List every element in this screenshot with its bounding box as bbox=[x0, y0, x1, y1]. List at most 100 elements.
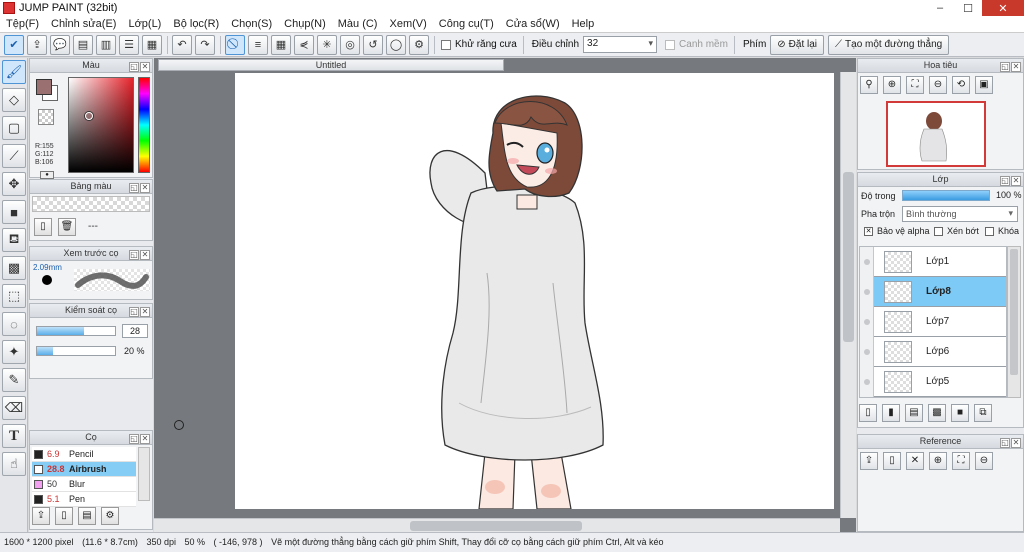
zoom-in-icon[interactable]: ⊕ bbox=[883, 76, 901, 94]
brush-upload-icon[interactable]: ⇪ bbox=[32, 507, 50, 525]
foreground-color-swatch[interactable] bbox=[36, 79, 52, 95]
rectangle-tool-icon[interactable]: ▢ bbox=[2, 116, 26, 140]
layer-visibility-toggle[interactable] bbox=[860, 276, 874, 307]
brush-size-slider[interactable] bbox=[36, 326, 116, 336]
panel-close-icon[interactable]: ✕ bbox=[140, 434, 150, 444]
move-tool-icon[interactable]: ✥ bbox=[2, 172, 26, 196]
bucket-tool-icon[interactable]: ⛾ bbox=[2, 228, 26, 252]
menu-color[interactable]: Màu (C) bbox=[332, 18, 384, 30]
message-icon[interactable]: ▤ bbox=[73, 34, 93, 55]
reference-close-icon[interactable]: ✕ bbox=[906, 452, 924, 470]
color-cursor[interactable] bbox=[85, 112, 93, 120]
rect-select-tool-icon[interactable]: ⬚ bbox=[2, 284, 26, 308]
new-layer-copy-icon[interactable]: ▮ bbox=[882, 404, 900, 422]
maximize-button[interactable]: ☐ bbox=[954, 0, 982, 16]
brush-item-pen[interactable]: 5.1 Pen bbox=[32, 492, 136, 507]
delete-palette-icon[interactable]: 🗑 bbox=[58, 218, 76, 236]
reference-fit-icon[interactable]: ⛶ bbox=[952, 452, 970, 470]
panel-float-icon[interactable]: ◱ bbox=[1000, 176, 1010, 186]
new-layer-folder-icon[interactable]: ▤ bbox=[905, 404, 923, 422]
clipping-checkbox[interactable] bbox=[934, 227, 943, 236]
gear-snap-icon[interactable]: ⚙ bbox=[409, 34, 429, 55]
menu-file[interactable]: Tệp(F) bbox=[0, 18, 45, 30]
checkmark-icon[interactable]: ✔ bbox=[4, 34, 24, 55]
reference-new-icon[interactable]: ▯ bbox=[883, 452, 901, 470]
navigator-thumbnail[interactable] bbox=[886, 101, 986, 167]
layer-item-lop6[interactable]: Lớp6 bbox=[860, 336, 1006, 367]
text-tool-icon[interactable]: T bbox=[2, 424, 26, 448]
gradient-tool-icon[interactable]: ▩ bbox=[2, 256, 26, 280]
transparent-color-swatch[interactable] bbox=[38, 109, 54, 125]
saturation-value-picker[interactable] bbox=[68, 77, 134, 173]
menu-window[interactable]: Cửa sổ(W) bbox=[500, 18, 566, 30]
panel-float-icon[interactable]: ◱ bbox=[129, 250, 139, 260]
panel-float-icon[interactable]: ◱ bbox=[129, 183, 139, 193]
no-snap-icon[interactable]: ⃠ bbox=[225, 34, 245, 55]
menu-select[interactable]: Chọn(S) bbox=[225, 18, 278, 30]
actual-size-icon[interactable]: ▣ bbox=[975, 76, 993, 94]
eraser-tool-icon[interactable]: ◇ bbox=[2, 88, 26, 112]
vertical-scroll-thumb[interactable] bbox=[843, 172, 854, 342]
list-icon[interactable]: ☰ bbox=[119, 34, 139, 55]
panel-close-icon[interactable]: ✕ bbox=[140, 250, 150, 260]
select-eraser-tool-icon[interactable]: ⌫ bbox=[2, 396, 26, 420]
new-palette-icon[interactable]: ▯ bbox=[34, 218, 52, 236]
layer-visibility-toggle[interactable] bbox=[860, 366, 874, 397]
brush-menu-icon[interactable]: ▤ bbox=[78, 507, 96, 525]
export-icon[interactable]: ⇪ bbox=[27, 34, 47, 55]
minimize-button[interactable]: – bbox=[926, 0, 954, 16]
menu-view[interactable]: Xem(V) bbox=[383, 18, 432, 30]
brush-opacity-slider[interactable] bbox=[36, 346, 116, 356]
layer-visibility-toggle[interactable] bbox=[860, 247, 874, 277]
rotate-icon[interactable]: ⟲ bbox=[952, 76, 970, 94]
brush-settings-icon[interactable]: ⚙ bbox=[101, 507, 119, 525]
curve-icon[interactable]: ↺ bbox=[363, 34, 383, 55]
panel-float-icon[interactable]: ◱ bbox=[129, 62, 139, 72]
menu-capture[interactable]: Chụp(N) bbox=[278, 18, 332, 30]
eyedropper-icon[interactable]: ● bbox=[40, 171, 54, 179]
panel-float-icon[interactable]: ◱ bbox=[129, 307, 139, 317]
canvas-vertical-scrollbar[interactable] bbox=[840, 72, 856, 518]
horizontal-scroll-thumb[interactable] bbox=[410, 521, 582, 531]
menu-help[interactable]: Help bbox=[566, 18, 601, 30]
menu-filter[interactable]: Bộ lọc(R) bbox=[167, 18, 225, 30]
reference-upload-icon[interactable]: ⇪ bbox=[860, 452, 878, 470]
canvas-horizontal-scrollbar[interactable] bbox=[154, 518, 840, 532]
new-brush-icon[interactable]: ▯ bbox=[55, 507, 73, 525]
alpha-protect-checkbox[interactable]: ✕ bbox=[864, 227, 873, 236]
document-tab[interactable]: Untitled bbox=[158, 59, 504, 71]
redo-icon[interactable]: ↷ bbox=[195, 34, 215, 55]
layer-item-lop8[interactable]: Lớp8 bbox=[860, 276, 1006, 307]
menu-layer[interactable]: Lớp(L) bbox=[122, 18, 167, 30]
layer-scroll-thumb[interactable] bbox=[1010, 249, 1018, 375]
layer-visibility-toggle[interactable] bbox=[860, 336, 874, 367]
line-tool-icon[interactable]: ⟋ bbox=[2, 144, 26, 168]
perspective-icon[interactable]: ⋞ bbox=[294, 34, 314, 55]
adjust-dropdown[interactable]: 32 bbox=[583, 36, 658, 53]
fill-rect-tool-icon[interactable]: ■ bbox=[2, 200, 26, 224]
folder-icon[interactable]: ■ bbox=[951, 404, 969, 422]
hue-slider[interactable] bbox=[138, 77, 150, 173]
document-icon[interactable]: ▥ bbox=[96, 34, 116, 55]
panel-close-icon[interactable]: ✕ bbox=[140, 62, 150, 72]
zoom-out-icon[interactable]: ⊖ bbox=[929, 76, 947, 94]
fit-window-icon[interactable]: ⛶ bbox=[906, 76, 924, 94]
comment-icon[interactable]: 💬 bbox=[50, 34, 70, 55]
menu-tools[interactable]: Công cụ(T) bbox=[433, 18, 500, 30]
reset-button[interactable]: ⊘ Đặt lại bbox=[770, 34, 825, 55]
magic-wand-tool-icon[interactable]: ✦ bbox=[2, 340, 26, 364]
halftone-layer-icon[interactable]: ▩ bbox=[928, 404, 946, 422]
layer-list-scrollbar[interactable] bbox=[1007, 246, 1021, 398]
select-pen-tool-icon[interactable]: ✎ bbox=[2, 368, 26, 392]
concentric-circle-icon[interactable]: ◎ bbox=[340, 34, 360, 55]
smooth-checkbox[interactable] bbox=[665, 39, 676, 50]
lock-checkbox[interactable] bbox=[985, 227, 994, 236]
brush-item-pencil[interactable]: 6.9 Pencil bbox=[32, 447, 136, 462]
grid-snap-icon[interactable]: ▦ bbox=[271, 34, 291, 55]
panel-close-icon[interactable]: ✕ bbox=[140, 307, 150, 317]
brush-item-blur[interactable]: 50 Blur bbox=[32, 477, 136, 492]
layer-visibility-toggle[interactable] bbox=[860, 306, 874, 337]
undo-icon[interactable]: ↶ bbox=[172, 34, 192, 55]
grid-settings-icon[interactable]: ▦ bbox=[142, 34, 162, 55]
panel-close-icon[interactable]: ✕ bbox=[1011, 62, 1021, 72]
